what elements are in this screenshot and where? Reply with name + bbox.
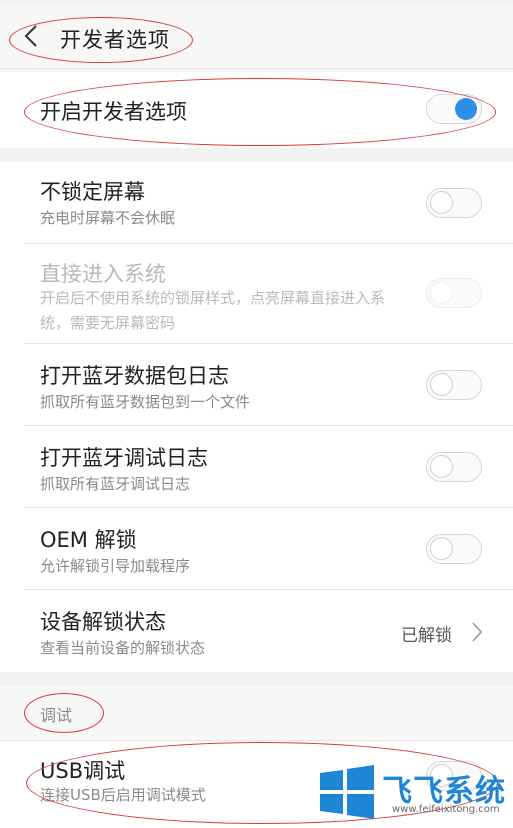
setting-title: 打开蓝牙数据包日志 bbox=[40, 364, 229, 388]
page-title: 开发者选项 bbox=[60, 28, 170, 52]
chevron-right-icon bbox=[472, 622, 483, 642]
setting-title: 直接进入系统 bbox=[40, 262, 166, 286]
setting-row-no-lock-screen[interactable]: 不锁定屏幕 充电时屏幕不会休眠 bbox=[0, 162, 513, 244]
setting-row-bt-debug-log[interactable]: 打开蓝牙调试日志 抓取所有蓝牙调试日志 bbox=[0, 426, 513, 508]
toggle-knob bbox=[455, 98, 477, 120]
oem-unlock-toggle[interactable] bbox=[426, 534, 482, 564]
setting-title: 设备解锁状态 bbox=[40, 610, 166, 634]
setting-row-oem-unlock[interactable]: OEM 解锁 允许解锁引导加载程序 bbox=[0, 508, 513, 590]
app-header: 开发者选项 bbox=[0, 6, 513, 68]
section-gap bbox=[0, 672, 513, 686]
setting-subtitle: 抓取所有蓝牙数据包到一个文件 bbox=[40, 393, 251, 411]
watermark: 飞飞系统 www.feifeixitong.com bbox=[318, 760, 513, 828]
setting-subtitle: 查看当前设备的解锁状态 bbox=[40, 639, 206, 657]
back-button[interactable] bbox=[16, 18, 46, 54]
master-toggle-row[interactable]: 开启开发者选项 bbox=[0, 72, 513, 148]
toggle-knob bbox=[430, 281, 453, 304]
toggle-knob bbox=[430, 373, 453, 396]
setting-subtitle: 充电时屏幕不会休眠 bbox=[40, 209, 176, 227]
setting-row-bt-packet-log[interactable]: 打开蓝牙数据包日志 抓取所有蓝牙数据包到一个文件 bbox=[0, 344, 513, 426]
master-toggle-label: 开启开发者选项 bbox=[40, 100, 187, 124]
setting-row-direct-enter: 直接进入系统 开启后不使用系统的锁屏样式，点亮屏幕直接进入系统，需要无屏幕密码 bbox=[0, 244, 513, 344]
header-divider bbox=[0, 68, 513, 69]
chevron-left-icon bbox=[24, 25, 37, 47]
setting-row-unlock-status[interactable]: 设备解锁状态 查看当前设备的解锁状态 已解锁 bbox=[0, 590, 513, 672]
no-lock-screen-toggle[interactable] bbox=[426, 188, 482, 218]
section-gap bbox=[0, 148, 513, 162]
toggle-knob bbox=[430, 191, 453, 214]
bt-packet-log-toggle[interactable] bbox=[426, 370, 482, 400]
toggle-knob bbox=[430, 455, 453, 478]
setting-subtitle: 开启后不使用系统的锁屏样式，点亮屏幕直接进入系统，需要无屏幕密码 bbox=[40, 289, 386, 332]
master-toggle-switch[interactable] bbox=[426, 94, 482, 124]
setting-title: 不锁定屏幕 bbox=[40, 180, 145, 204]
setting-title: USB调试 bbox=[40, 759, 126, 783]
setting-subtitle: 抓取所有蓝牙调试日志 bbox=[40, 475, 191, 493]
setting-title: OEM 解锁 bbox=[40, 528, 137, 552]
direct-enter-toggle bbox=[426, 278, 482, 308]
section-label-debug: 调试 bbox=[40, 706, 73, 725]
debug-section-header: 调试 bbox=[0, 686, 513, 740]
unlock-status-value: 已解锁 bbox=[401, 626, 452, 646]
setting-subtitle: 允许解锁引导加载程序 bbox=[40, 557, 191, 575]
watermark-url: www.feifeixitong.com bbox=[392, 804, 500, 815]
toggle-knob bbox=[430, 537, 453, 560]
bt-debug-log-toggle[interactable] bbox=[426, 452, 482, 482]
windows-logo-icon bbox=[320, 765, 374, 819]
setting-title: 打开蓝牙调试日志 bbox=[40, 446, 208, 470]
